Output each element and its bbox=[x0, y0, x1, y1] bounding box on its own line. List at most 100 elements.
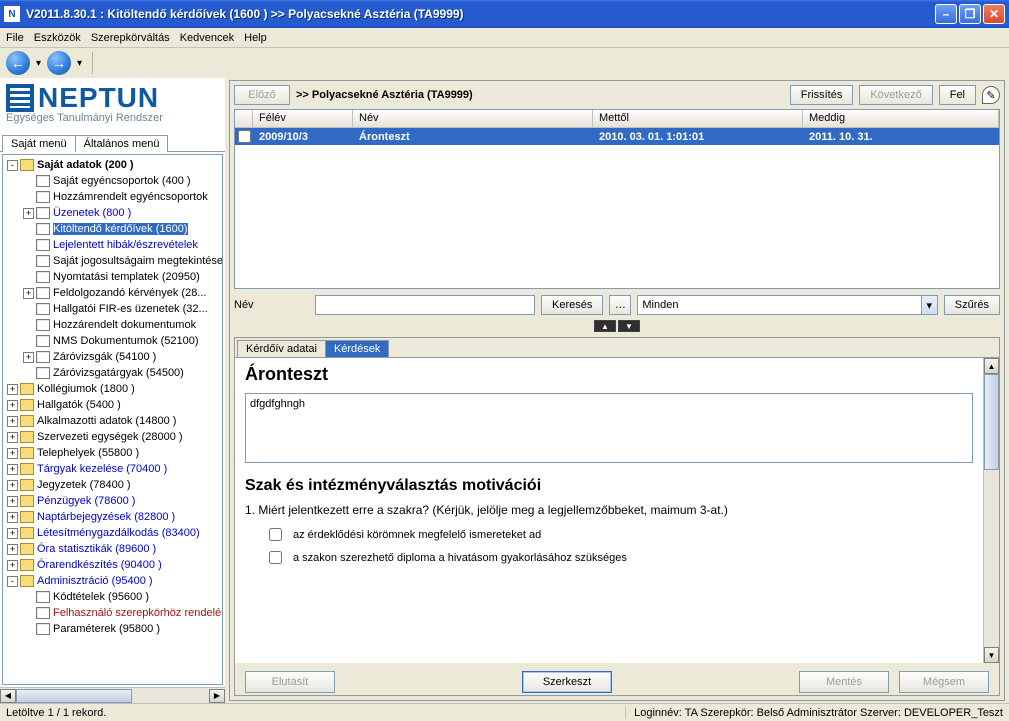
tree-item[interactable]: Kitöltendő kérdőívek (1600) bbox=[3, 221, 222, 237]
save-button[interactable]: Mentés bbox=[799, 671, 889, 693]
filter-combo[interactable]: Minden ▾ bbox=[637, 295, 937, 315]
tree-item[interactable]: Nyomtatási templatek (20950) bbox=[3, 269, 222, 285]
refresh-button[interactable]: Frissítés bbox=[790, 85, 854, 105]
tree-item[interactable]: +Szervezeti egységek (28000 ) bbox=[3, 429, 222, 445]
expand-icon[interactable]: + bbox=[7, 464, 18, 475]
nav-back-button[interactable]: ← bbox=[6, 51, 30, 75]
tree-item[interactable]: +Óra statisztikák (89600 ) bbox=[3, 541, 222, 557]
tree-item[interactable]: +Órarendkészítés (90400 ) bbox=[3, 557, 222, 573]
col-from[interactable]: Mettől bbox=[593, 110, 803, 127]
reject-button[interactable]: Elutasít bbox=[245, 671, 335, 693]
tree-item[interactable]: Saját jogosultságaim megtekintése bbox=[3, 253, 222, 269]
tree-item[interactable]: +Alkalmazotti adatok (14800 ) bbox=[3, 413, 222, 429]
collapse-icon[interactable]: - bbox=[7, 576, 18, 587]
tab-general-menu[interactable]: Általános menü bbox=[75, 135, 169, 152]
tab-own-menu[interactable]: Saját menü bbox=[2, 135, 76, 152]
expand-icon[interactable]: + bbox=[7, 384, 18, 395]
tree-item[interactable]: Záróvizsgatárgyak (54500) bbox=[3, 365, 222, 381]
cancel-button[interactable]: Mégsem bbox=[899, 671, 989, 693]
tree-item[interactable]: Kódtételek (95600 ) bbox=[3, 589, 222, 605]
chat-icon[interactable]: ✎ bbox=[982, 86, 1000, 104]
col-check[interactable] bbox=[235, 110, 253, 127]
browse-button[interactable]: … bbox=[609, 295, 631, 315]
expand-icon[interactable]: + bbox=[23, 288, 34, 299]
next-button[interactable]: Következő bbox=[859, 85, 932, 105]
form-scroll[interactable]: Áronteszt dfgdfghngh Szak és intézményvá… bbox=[235, 358, 983, 663]
scroll-left-button[interactable]: ◀ bbox=[0, 689, 16, 703]
tree-item[interactable]: -Saját adatok (200 ) bbox=[3, 157, 222, 173]
tree-item[interactable]: Paraméterek (95800 ) bbox=[3, 621, 222, 637]
tree-item[interactable]: +Pénzügyek (78600 ) bbox=[3, 493, 222, 509]
tree-item[interactable]: Felhasználó szerepkörhöz rendelés bbox=[3, 605, 222, 621]
col-semester[interactable]: Félév bbox=[253, 110, 353, 127]
tree-item[interactable]: +Létesítménygazdálkodás (83400) bbox=[3, 525, 222, 541]
search-button[interactable]: Keresés bbox=[541, 295, 603, 315]
tree-item[interactable]: +Feldolgozandó kérvények (28... bbox=[3, 285, 222, 301]
nav-forward-menu[interactable]: ▾ bbox=[77, 58, 82, 69]
tree-item[interactable]: +Tárgyak kezelése (70400 ) bbox=[3, 461, 222, 477]
scroll-right-button[interactable]: ▶ bbox=[209, 689, 225, 703]
expand-icon[interactable]: + bbox=[7, 496, 18, 507]
option-1-checkbox[interactable] bbox=[269, 528, 282, 541]
scroll-down-button[interactable]: ▼ bbox=[984, 647, 999, 663]
menu-rolechange[interactable]: Szerepkörváltás bbox=[91, 32, 170, 44]
nav-back-menu[interactable]: ▾ bbox=[36, 58, 41, 69]
tree-item[interactable]: +Hallgatók (5400 ) bbox=[3, 397, 222, 413]
expand-icon[interactable]: + bbox=[23, 352, 34, 363]
pager-down-button[interactable]: ▼ bbox=[618, 320, 640, 332]
expand-icon[interactable]: + bbox=[7, 528, 18, 539]
list-row[interactable]: 2009/10/3 Áronteszt 2010. 03. 01. 1:01:0… bbox=[235, 128, 999, 145]
name-input[interactable] bbox=[315, 295, 535, 315]
row-checkbox[interactable] bbox=[238, 130, 251, 143]
menu-tools[interactable]: Eszközök bbox=[34, 32, 81, 44]
minimize-button[interactable]: – bbox=[935, 4, 957, 24]
scroll-track[interactable] bbox=[16, 689, 209, 703]
tree-item[interactable]: +Záróvizsgák (54100 ) bbox=[3, 349, 222, 365]
expand-icon[interactable]: + bbox=[7, 480, 18, 491]
filter-button[interactable]: Szűrés bbox=[944, 295, 1000, 315]
edit-button[interactable]: Szerkeszt bbox=[522, 671, 612, 693]
pager-up-button[interactable]: ▲ bbox=[594, 320, 616, 332]
expand-icon[interactable]: + bbox=[7, 448, 18, 459]
tree-item[interactable]: +Telephelyek (55800 ) bbox=[3, 445, 222, 461]
vscroll-thumb[interactable] bbox=[984, 374, 999, 470]
tree-item[interactable]: Hozzárendelt dokumentumok bbox=[3, 317, 222, 333]
tree-item[interactable]: +Üzenetek (800 ) bbox=[3, 205, 222, 221]
tab-questionnaire-data[interactable]: Kérdőív adatai bbox=[237, 340, 326, 357]
tree-item[interactable]: -Adminisztráció (95400 ) bbox=[3, 573, 222, 589]
collapse-icon[interactable]: - bbox=[7, 160, 18, 171]
prev-button[interactable]: Előző bbox=[234, 85, 290, 105]
tree-item[interactable]: NMS Dokumentumok (52100) bbox=[3, 333, 222, 349]
col-to[interactable]: Meddig bbox=[803, 110, 999, 127]
form-vertical-scrollbar[interactable]: ▲ ▼ bbox=[983, 358, 999, 663]
menu-favorites[interactable]: Kedvencek bbox=[180, 32, 234, 44]
option-2-checkbox[interactable] bbox=[269, 551, 282, 564]
menu-file[interactable]: File bbox=[6, 32, 24, 44]
tree-item[interactable]: Lejelentett hibák/észrevételek bbox=[3, 237, 222, 253]
tree-item[interactable]: Hallgatói FIR-es üzenetek (32... bbox=[3, 301, 222, 317]
tab-questions[interactable]: Kérdések bbox=[325, 340, 389, 357]
expand-icon[interactable]: + bbox=[7, 560, 18, 571]
nav-forward-button[interactable]: → bbox=[47, 51, 71, 75]
expand-icon[interactable]: + bbox=[7, 432, 18, 443]
tree-item[interactable]: Hozzámrendelt egyéncsoportok bbox=[3, 189, 222, 205]
vscroll-track[interactable] bbox=[984, 374, 999, 647]
tree-item[interactable]: Saját egyéncsoportok (400 ) bbox=[3, 173, 222, 189]
maximize-button[interactable]: ❐ bbox=[959, 4, 981, 24]
scroll-up-button[interactable]: ▲ bbox=[984, 358, 999, 374]
expand-icon[interactable]: + bbox=[23, 208, 34, 219]
tree-item[interactable]: +Naptárbejegyzések (82800 ) bbox=[3, 509, 222, 525]
expand-icon[interactable]: + bbox=[7, 544, 18, 555]
menu-help[interactable]: Help bbox=[244, 32, 267, 44]
tree-item[interactable]: +Jegyzetek (78400 ) bbox=[3, 477, 222, 493]
close-button[interactable]: ✕ bbox=[983, 4, 1005, 24]
col-name[interactable]: Név bbox=[353, 110, 593, 127]
expand-icon[interactable]: + bbox=[7, 512, 18, 523]
tree-item[interactable]: +Kollégiumok (1800 ) bbox=[3, 381, 222, 397]
expand-icon[interactable]: + bbox=[7, 400, 18, 411]
tree-view[interactable]: -Saját adatok (200 )Saját egyéncsoportok… bbox=[2, 154, 223, 685]
chevron-down-icon[interactable]: ▾ bbox=[921, 296, 937, 314]
scroll-thumb[interactable] bbox=[16, 689, 132, 703]
up-button[interactable]: Fel bbox=[939, 85, 976, 105]
expand-icon[interactable]: + bbox=[7, 416, 18, 427]
